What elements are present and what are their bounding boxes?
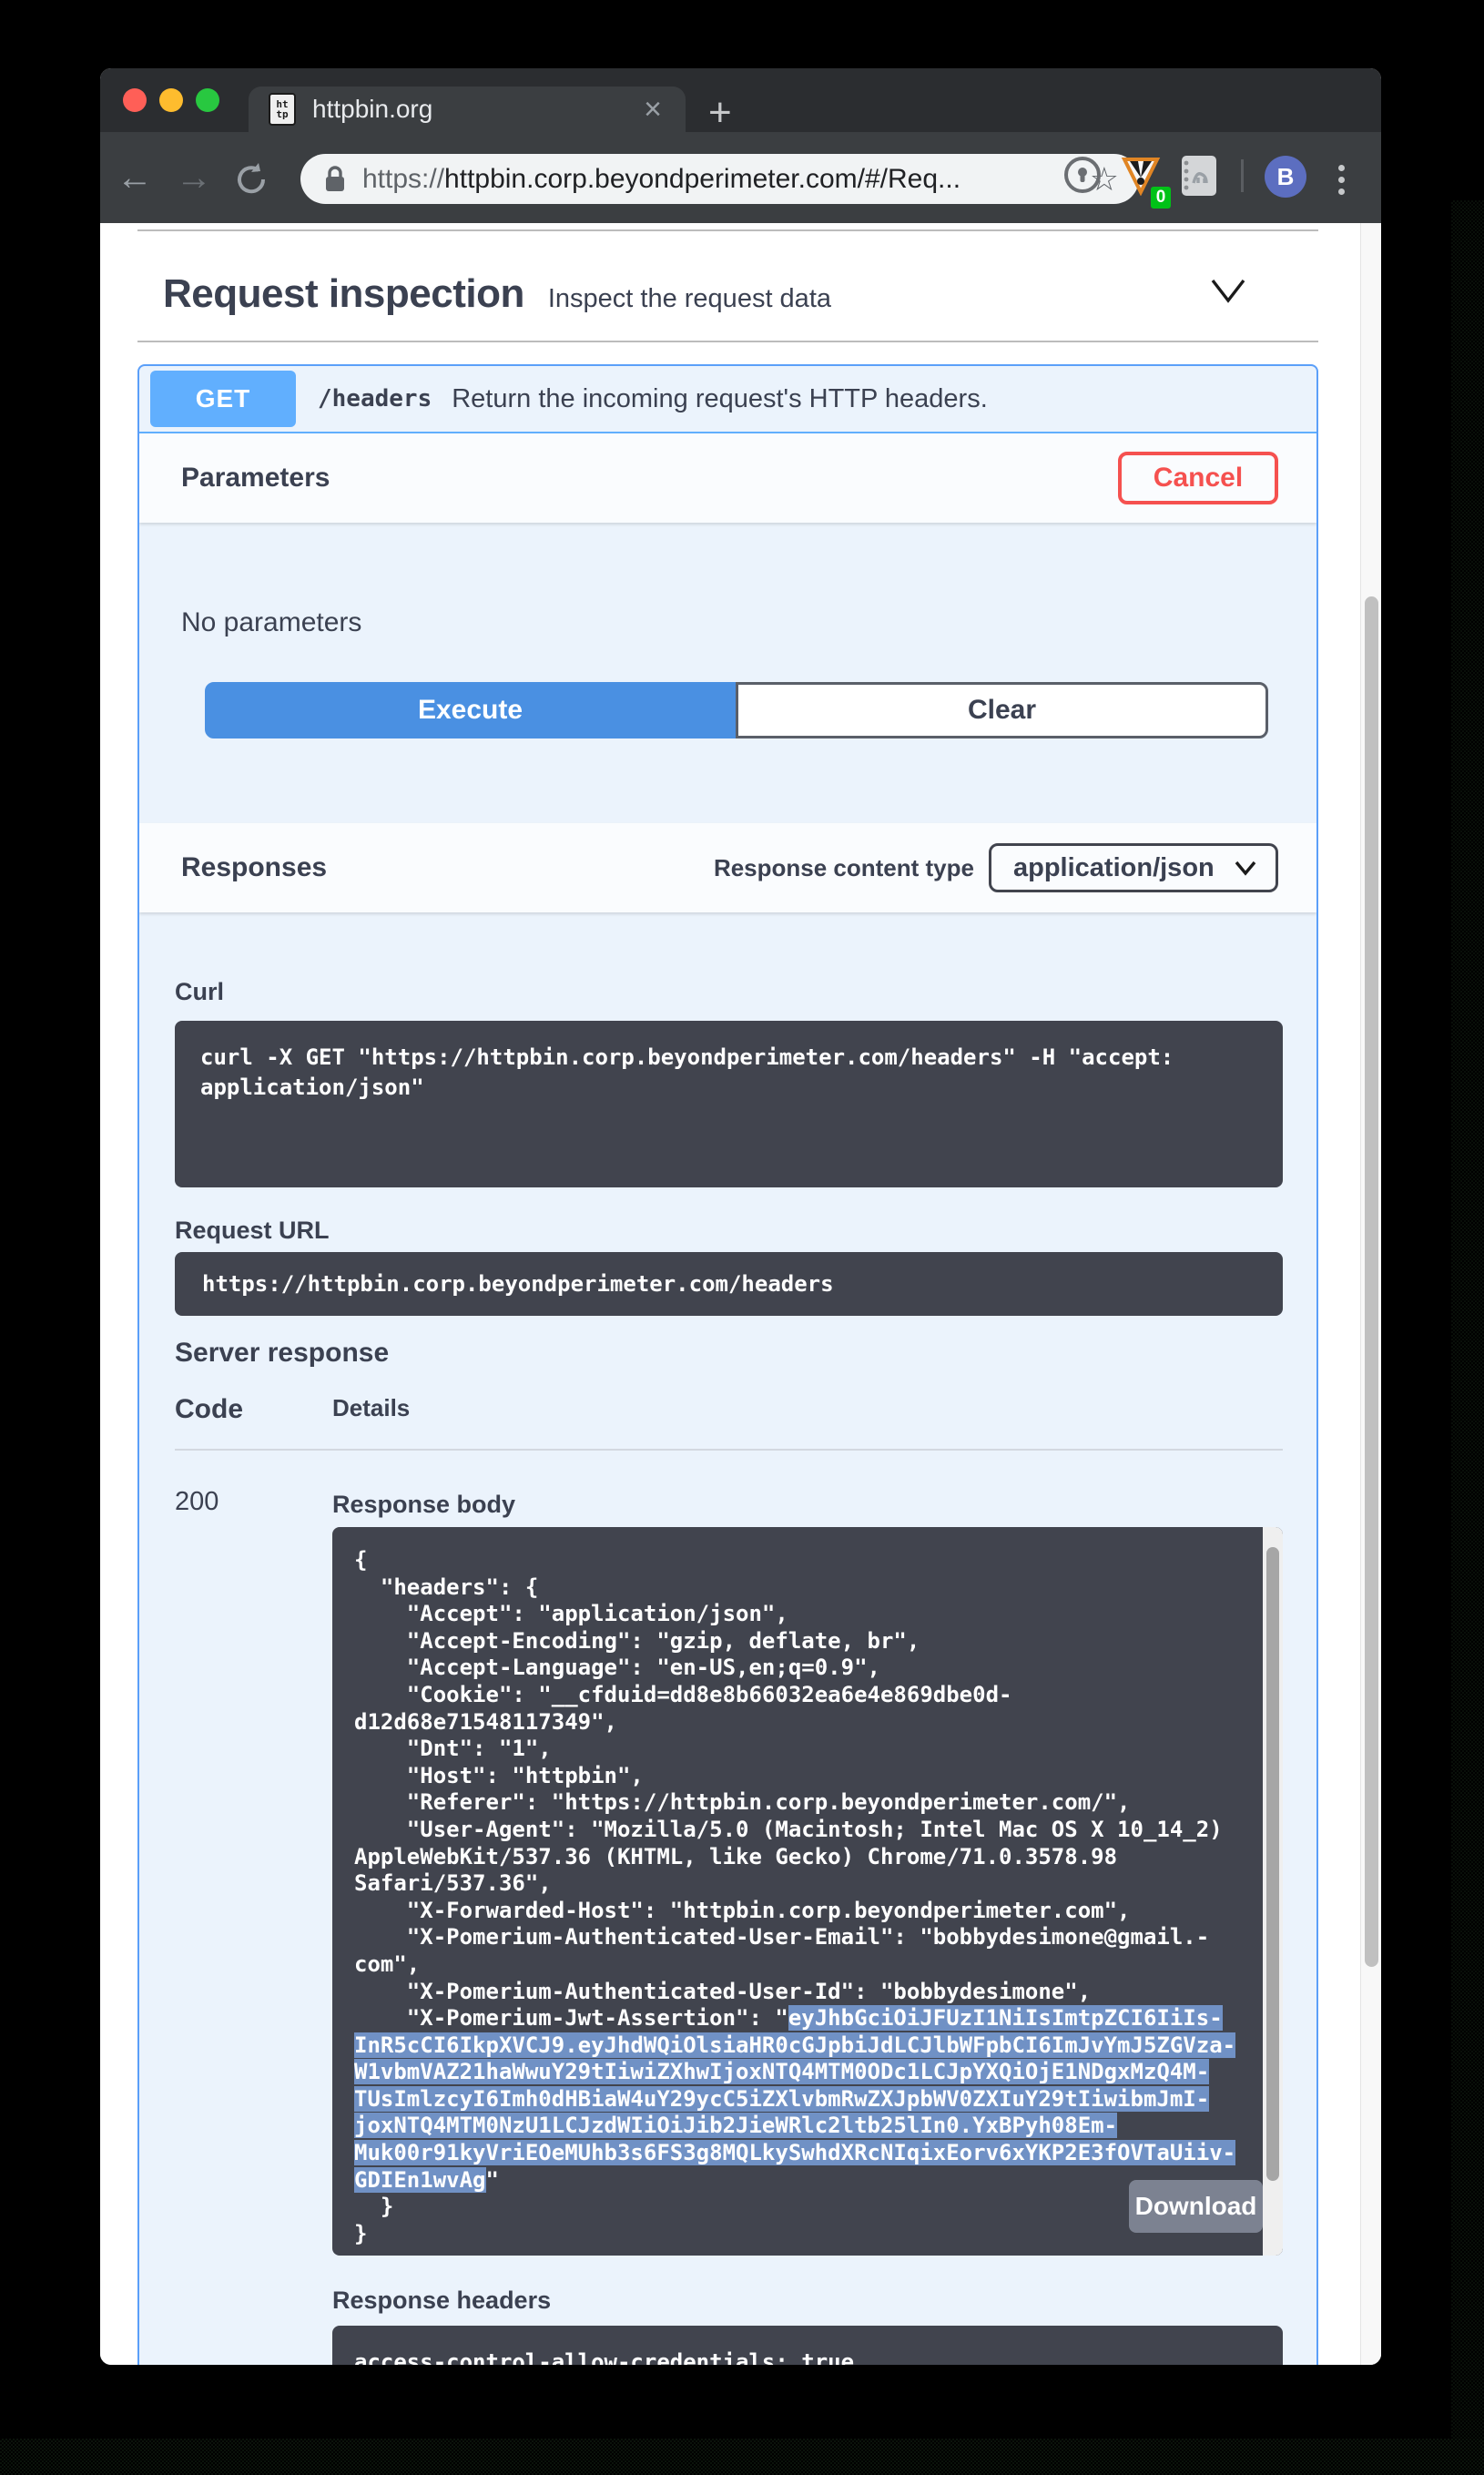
parameters-title: Parameters — [181, 463, 330, 494]
zoom-window-button[interactable] — [196, 88, 219, 112]
response-headers-label: Response headers — [332, 2287, 1283, 2315]
page-viewport: Request inspection Inspect the request d… — [100, 223, 1381, 2365]
cancel-button[interactable]: Cancel — [1118, 452, 1278, 504]
page-scrollbar[interactable] — [1360, 223, 1381, 2365]
request-url-label: Request URL — [175, 1217, 1283, 1245]
curl-command[interactable]: curl -X GET "https://httpbin.corp.beyond… — [175, 1021, 1283, 1187]
window-titlebar: http httpbin.org × + — [100, 68, 1381, 132]
forward-icon[interactable]: → — [176, 158, 212, 199]
status-code: 200 — [175, 1487, 332, 2365]
swagger-content: Request inspection Inspect the request d… — [137, 223, 1318, 2365]
close-window-button[interactable] — [123, 88, 147, 112]
clear-button[interactable]: Clear — [736, 682, 1268, 738]
endpoint-description: Return the incoming request's HTTP heade… — [452, 384, 988, 414]
section-header-row[interactable]: Request inspection Inspect the request d… — [163, 271, 1318, 317]
response-details-cell: Response body { "headers": { "Accept": "… — [332, 1487, 1283, 2365]
parameters-body: No parameters Execute Clear — [139, 523, 1316, 823]
header-bottom-divider — [137, 341, 1318, 342]
response-body-json: { "headers": { "Accept": "application/js… — [354, 1547, 1237, 2247]
responses-section: Curl curl -X GET "https://httpbin.corp.b… — [139, 978, 1316, 2365]
url-bar[interactable]: https://httpbin.corp.beyondperimeter.com… — [300, 154, 1139, 204]
opblock-get-headers: GET /headers Return the incoming request… — [137, 364, 1318, 2365]
page-scrollbar-thumb[interactable] — [1365, 596, 1378, 1967]
minimize-window-button[interactable] — [159, 88, 183, 112]
back-icon[interactable]: ← — [117, 158, 153, 199]
content-type-label: Response content type — [714, 854, 974, 882]
selected-jwt-text: eyJhbGciOiJFUzI1NiIsImtpZCI6IiIs- InR5cC… — [354, 2005, 1235, 2193]
browser-window: http httpbin.org × + ← → https://httpbin… — [100, 68, 1381, 2365]
response-row-200: 200 Response body { "headers": { "Accept… — [175, 1487, 1283, 2365]
browser-menu-icon[interactable] — [1338, 159, 1346, 200]
response-body-scrollbar-thumb[interactable] — [1266, 1547, 1279, 2181]
code-column-header: Code — [175, 1394, 332, 1425]
details-column-header: Details — [332, 1394, 1283, 1425]
responses-bar: Responses Response content type applicat… — [139, 823, 1316, 912]
backdrop-noise — [1451, 200, 1484, 2475]
tab-title: httpbin.org — [312, 95, 432, 124]
password-manager-extension-icon[interactable] — [1062, 154, 1103, 196]
response-body-scrollbar[interactable] — [1263, 1527, 1283, 2256]
backdrop-noise-bottom — [0, 2439, 1484, 2475]
content-type-select[interactable]: application/json — [989, 843, 1278, 892]
execute-row: Execute Clear — [205, 682, 1268, 738]
url-text: https://httpbin.corp.beyondperimeter.com… — [362, 164, 961, 195]
response-body-block[interactable]: { "headers": { "Accept": "application/js… — [332, 1527, 1283, 2256]
response-headers-block: access-control-allow-credentials: true a… — [332, 2326, 1283, 2365]
curl-label: Curl — [175, 978, 1283, 1006]
top-divider — [137, 229, 1318, 231]
execute-button[interactable]: Execute — [205, 682, 736, 738]
httpbin-favicon-icon: http — [269, 93, 296, 126]
notebook-extension-icon[interactable] — [1178, 154, 1218, 198]
chevron-down-icon[interactable] — [1209, 277, 1247, 304]
browser-tab[interactable]: http httpbin.org × — [249, 87, 686, 132]
endpoint-path: /headers — [318, 385, 432, 412]
page-subtitle: Inspect the request data — [548, 284, 831, 314]
opblock-summary[interactable]: GET /headers Return the incoming request… — [139, 366, 1316, 432]
screenshot-canvas: http httpbin.org × + ← → https://httpbin… — [0, 0, 1484, 2475]
response-table-divider — [175, 1449, 1283, 1451]
page-title: Request inspection — [163, 271, 524, 317]
download-button[interactable]: Download — [1129, 2180, 1263, 2233]
browser-toolbar: ← → https://httpbin.corp.beyondperimeter… — [100, 132, 1381, 223]
http-method-badge: GET — [150, 371, 296, 427]
toolbar-separator — [1241, 159, 1244, 192]
parameters-bar: Parameters Cancel — [139, 433, 1316, 523]
privacy-badger-badge: 0 — [1149, 185, 1173, 210]
response-body-label: Response body — [332, 1491, 1283, 1519]
responses-title: Responses — [181, 852, 327, 883]
reload-icon[interactable] — [233, 161, 269, 198]
new-tab-button[interactable]: + — [708, 90, 732, 136]
select-chevron-icon — [1234, 860, 1257, 876]
server-response-label: Server response — [175, 1338, 1283, 1369]
lock-icon[interactable] — [324, 166, 346, 193]
request-url-value: https://httpbin.corp.beyondperimeter.com… — [175, 1252, 1283, 1316]
tab-close-icon[interactable]: × — [644, 92, 662, 127]
content-type-value: application/json — [1013, 853, 1215, 883]
no-parameters-text: No parameters — [181, 607, 1283, 638]
response-table-header: Code Details — [175, 1394, 1283, 1425]
profile-avatar[interactable]: B — [1265, 156, 1306, 198]
